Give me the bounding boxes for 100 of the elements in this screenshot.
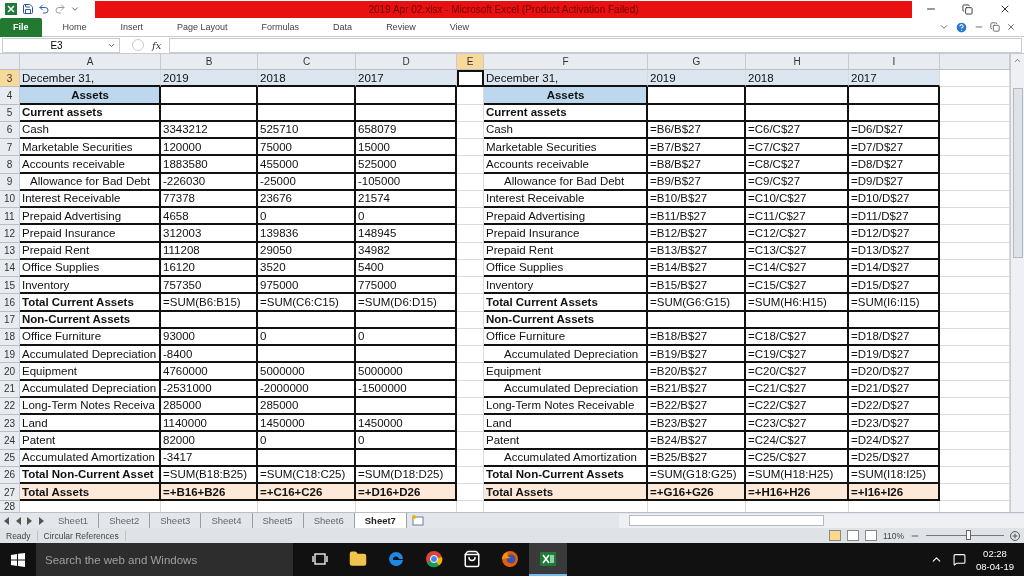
name-box[interactable]: E3	[2, 37, 120, 53]
column-header[interactable]: A	[20, 54, 161, 70]
table-cell: 2017	[849, 70, 940, 88]
table-cell: 1883580	[161, 156, 258, 174]
select-all-button[interactable]	[0, 54, 20, 70]
table-cell[interactable]	[940, 139, 1010, 157]
customize-icon[interactable]	[70, 4, 80, 14]
table-cell: Inventory	[484, 277, 648, 295]
table-cell[interactable]	[457, 432, 484, 450]
ribbon-tab[interactable]: Data	[320, 17, 366, 37]
navigation-arrow-icon[interactable]	[39, 516, 45, 525]
search-field[interactable]: Search the web and Windows	[36, 543, 293, 576]
column-header[interactable]: F	[484, 54, 648, 70]
row-number[interactable]: 20	[0, 363, 20, 381]
restore-icon[interactable]	[990, 22, 1000, 32]
table-cell[interactable]	[457, 294, 484, 312]
column-header[interactable]: I	[849, 54, 940, 70]
folder-icon[interactable]	[349, 549, 367, 568]
table-cell[interactable]	[940, 432, 1010, 450]
row-number[interactable]: 11	[0, 208, 20, 226]
table-cell: =SUM(H6:H15)	[746, 294, 849, 312]
taskbar-button[interactable]	[529, 543, 567, 576]
table-cell: =D7/D$27	[849, 139, 940, 157]
horizontal-scrollbar[interactable]	[619, 513, 1024, 528]
table-cell: Patent	[484, 432, 648, 450]
row-number[interactable]: 7	[0, 139, 20, 157]
undo-icon[interactable]	[38, 3, 50, 15]
table-cell: Accounts receivable	[484, 156, 648, 174]
ribbon-tab[interactable]: Page Layout	[164, 17, 241, 37]
column-header[interactable]: E	[457, 54, 484, 70]
navigation-arrow-icon[interactable]	[3, 516, 9, 525]
column-header[interactable]: H	[746, 54, 849, 70]
row-number[interactable]: 12	[0, 225, 20, 243]
insert-sheet-icon[interactable]	[410, 515, 425, 526]
table-cell[interactable]	[940, 294, 1010, 312]
ribbon-tab[interactable]: View	[436, 17, 482, 37]
formula-input[interactable]	[169, 37, 1022, 53]
ribbon-tab[interactable]: Insert	[107, 17, 157, 37]
table-cell[interactable]	[457, 225, 484, 243]
row-number[interactable]: 15	[0, 277, 20, 295]
table-cell[interactable]	[940, 87, 1010, 105]
row-number[interactable]: 3	[0, 70, 20, 88]
column-header[interactable]: G	[648, 54, 746, 70]
table-cell[interactable]	[457, 70, 484, 88]
row-number[interactable]: 8	[0, 156, 20, 174]
column-header[interactable]: C	[258, 54, 356, 70]
vertical-scrollbar[interactable]	[1010, 54, 1024, 512]
zoom-in-icon[interactable]	[1010, 530, 1020, 541]
scroll-up-icon[interactable]	[1013, 56, 1022, 65]
row-number[interactable]: 23	[0, 415, 20, 433]
save-icon[interactable]	[22, 3, 34, 15]
column-header[interactable]: B	[161, 54, 258, 70]
restore-icon[interactable]	[962, 3, 974, 15]
notifications-icon[interactable]	[952, 553, 966, 566]
spreadsheet-icon[interactable]	[539, 549, 557, 568]
zoom-slider-thumb[interactable]	[965, 530, 971, 540]
row-number[interactable]: 27	[0, 484, 20, 502]
task-view-icon[interactable]	[312, 552, 328, 565]
sheet-tab[interactable]: Sheet7	[354, 512, 407, 529]
table-cell[interactable]	[940, 346, 1010, 364]
insert-function-button[interactable]: fx	[148, 39, 166, 51]
table-cell[interactable]	[457, 415, 484, 433]
column-header[interactable]	[940, 54, 1010, 70]
normal-view-button[interactable]	[828, 530, 841, 541]
shopping-bag-icon[interactable]	[463, 549, 481, 568]
table-cell[interactable]	[457, 87, 484, 105]
table-cell[interactable]	[457, 156, 484, 174]
ribbon-tab[interactable]: Review	[373, 17, 429, 37]
table-cell: =+D16+D26	[356, 484, 457, 502]
help-icon[interactable]	[955, 20, 968, 34]
table-cell[interactable]	[940, 277, 1010, 295]
collapse-ribbon-icon[interactable]	[939, 22, 949, 32]
table-cell[interactable]	[940, 363, 1010, 381]
row-number[interactable]: 24	[0, 432, 20, 450]
ribbon-tab[interactable]: Formulas	[248, 17, 313, 37]
table-cell: =B24/B$27	[648, 432, 746, 450]
browser-icon[interactable]	[501, 549, 519, 568]
ribbon-tab[interactable]: Home	[49, 17, 100, 37]
table-cell[interactable]	[940, 484, 1010, 502]
table-cell[interactable]	[940, 208, 1010, 226]
table-cell: 2019	[161, 70, 258, 88]
table-cell[interactable]	[940, 156, 1010, 174]
row-number[interactable]: 19	[0, 346, 20, 364]
table-cell[interactable]	[457, 484, 484, 502]
table-cell[interactable]	[940, 70, 1010, 88]
row-number[interactable]: 16	[0, 294, 20, 312]
table-cell[interactable]	[457, 363, 484, 381]
browser-icon[interactable]	[425, 549, 443, 568]
table-cell[interactable]	[457, 346, 484, 364]
table-cell[interactable]	[457, 208, 484, 226]
page-layout-button[interactable]	[846, 530, 859, 541]
column-header[interactable]: D	[356, 54, 457, 70]
table-cell[interactable]	[457, 277, 484, 295]
table-cell[interactable]	[940, 415, 1010, 433]
table-cell[interactable]	[940, 225, 1010, 243]
ribbon-tab[interactable]: File	[0, 17, 42, 37]
page-break-button[interactable]	[864, 530, 877, 541]
row-number[interactable]: 4	[0, 87, 20, 105]
table-cell[interactable]	[457, 139, 484, 157]
redo-icon[interactable]	[54, 3, 66, 15]
